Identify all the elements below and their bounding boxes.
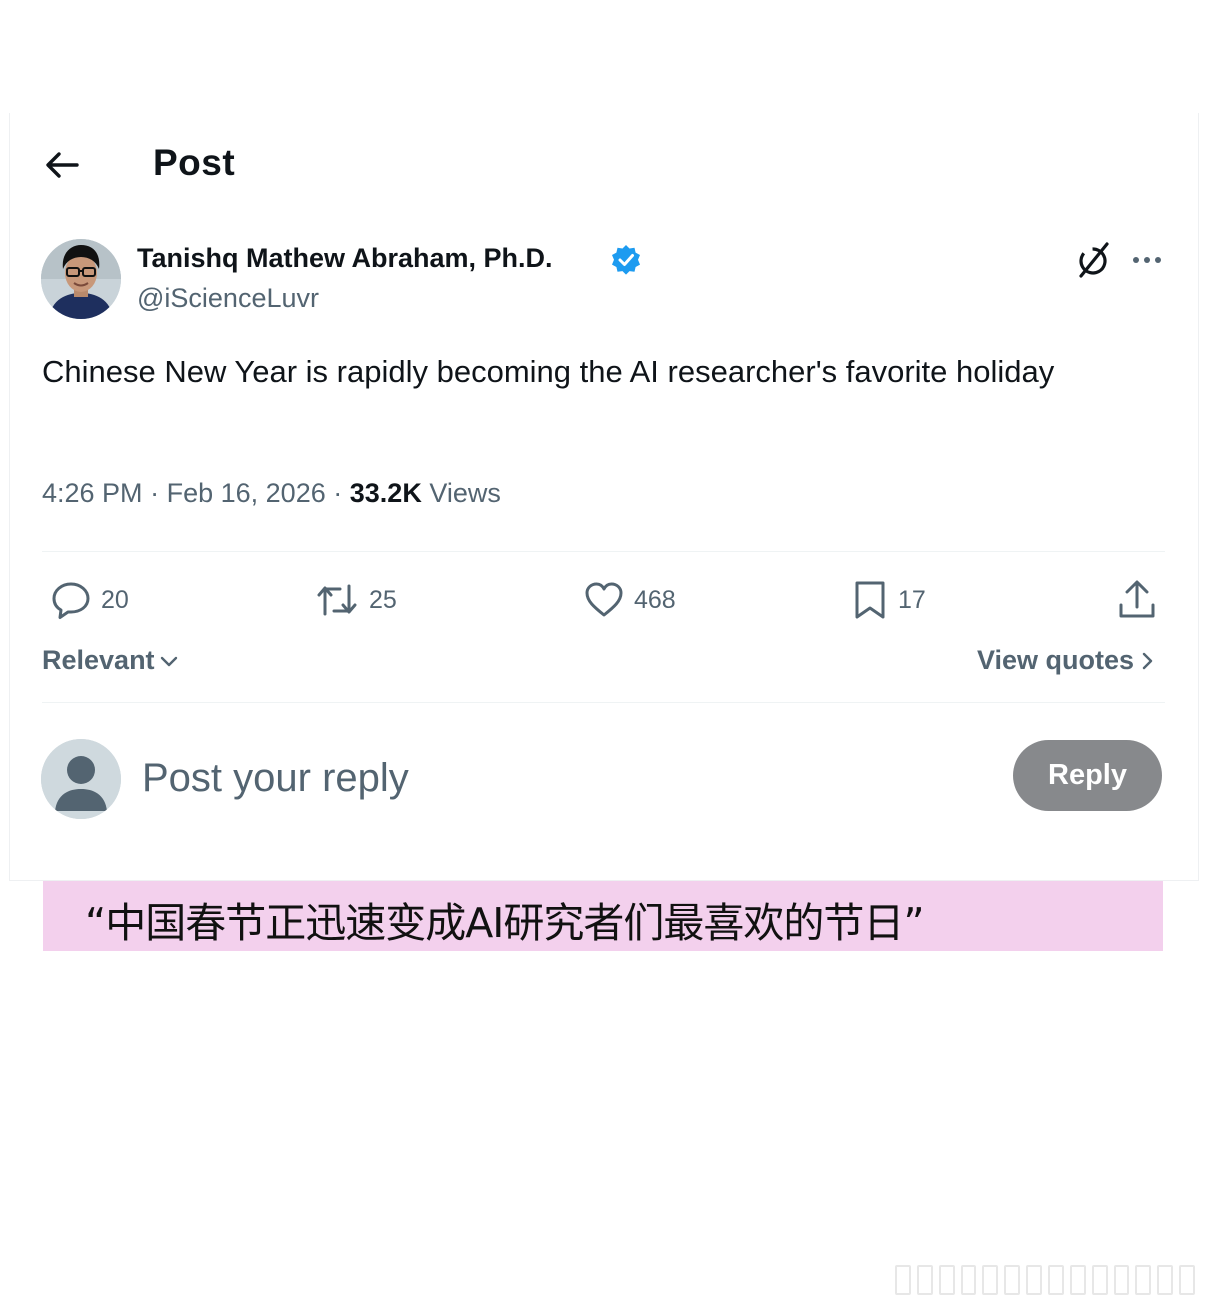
verified-badge-icon	[610, 244, 642, 276]
caption-text: “中国春节正迅速变成AI研究者们最喜欢的节日”	[85, 899, 925, 947]
arrow-left-icon	[46, 152, 79, 178]
like-action-button[interactable]: 468	[584, 578, 676, 622]
bookmark-count: 17	[898, 585, 926, 614]
share-action-button[interactable]	[1117, 578, 1157, 622]
reply-count: 20	[101, 585, 129, 614]
meta-separator: ·	[150, 478, 160, 508]
reply-button[interactable]: Reply	[1013, 740, 1162, 811]
view-quotes-label: View quotes	[977, 645, 1135, 675]
share-icon	[1119, 580, 1155, 618]
grok-icon[interactable]	[1073, 240, 1113, 280]
repost-icon	[317, 584, 357, 616]
meta-separator: ·	[333, 478, 343, 508]
post-date[interactable]: Feb 16, 2026	[167, 478, 326, 508]
divider	[42, 702, 1165, 703]
sort-relevant-dropdown[interactable]: Relevant	[42, 645, 179, 676]
bookmark-action-button[interactable]: 17	[852, 578, 926, 622]
chevron-right-icon	[1142, 652, 1153, 669]
author-avatar[interactable]	[41, 239, 121, 319]
like-count: 468	[634, 585, 676, 614]
watermark	[895, 1263, 1196, 1297]
repost-count: 25	[369, 585, 397, 614]
post-metadata: 4:26 PM · Feb 16, 2026 · 33.2K Views	[42, 478, 501, 509]
user-avatar[interactable]	[41, 739, 121, 819]
repost-action-button[interactable]: 25	[315, 578, 397, 622]
views-count: 33.2K	[349, 478, 422, 508]
reply-icon	[52, 582, 90, 619]
caption-banner: “中国春节正迅速变成AI研究者们最喜欢的节日”	[43, 881, 1163, 951]
views-label: Views	[429, 478, 501, 508]
view-quotes-link[interactable]: View quotes	[977, 645, 1154, 676]
author-name[interactable]: Tanishq Mathew Abraham, Ph.D.	[137, 243, 553, 274]
post-time[interactable]: 4:26 PM	[42, 478, 143, 508]
bookmark-icon	[855, 581, 885, 619]
page-title: Post	[153, 142, 236, 183]
heart-icon	[585, 582, 623, 617]
sort-label: Relevant	[42, 645, 155, 675]
author-handle[interactable]: @iScienceLuvr	[137, 283, 319, 314]
more-options-icon[interactable]	[1128, 246, 1166, 274]
reply-input[interactable]	[142, 752, 962, 804]
reply-action-button[interactable]: 20	[51, 578, 129, 622]
back-button[interactable]	[44, 147, 80, 183]
chevron-down-icon	[160, 656, 177, 666]
divider	[42, 551, 1165, 552]
post-text: Chinese New Year is rapidly becoming the…	[42, 354, 1055, 389]
